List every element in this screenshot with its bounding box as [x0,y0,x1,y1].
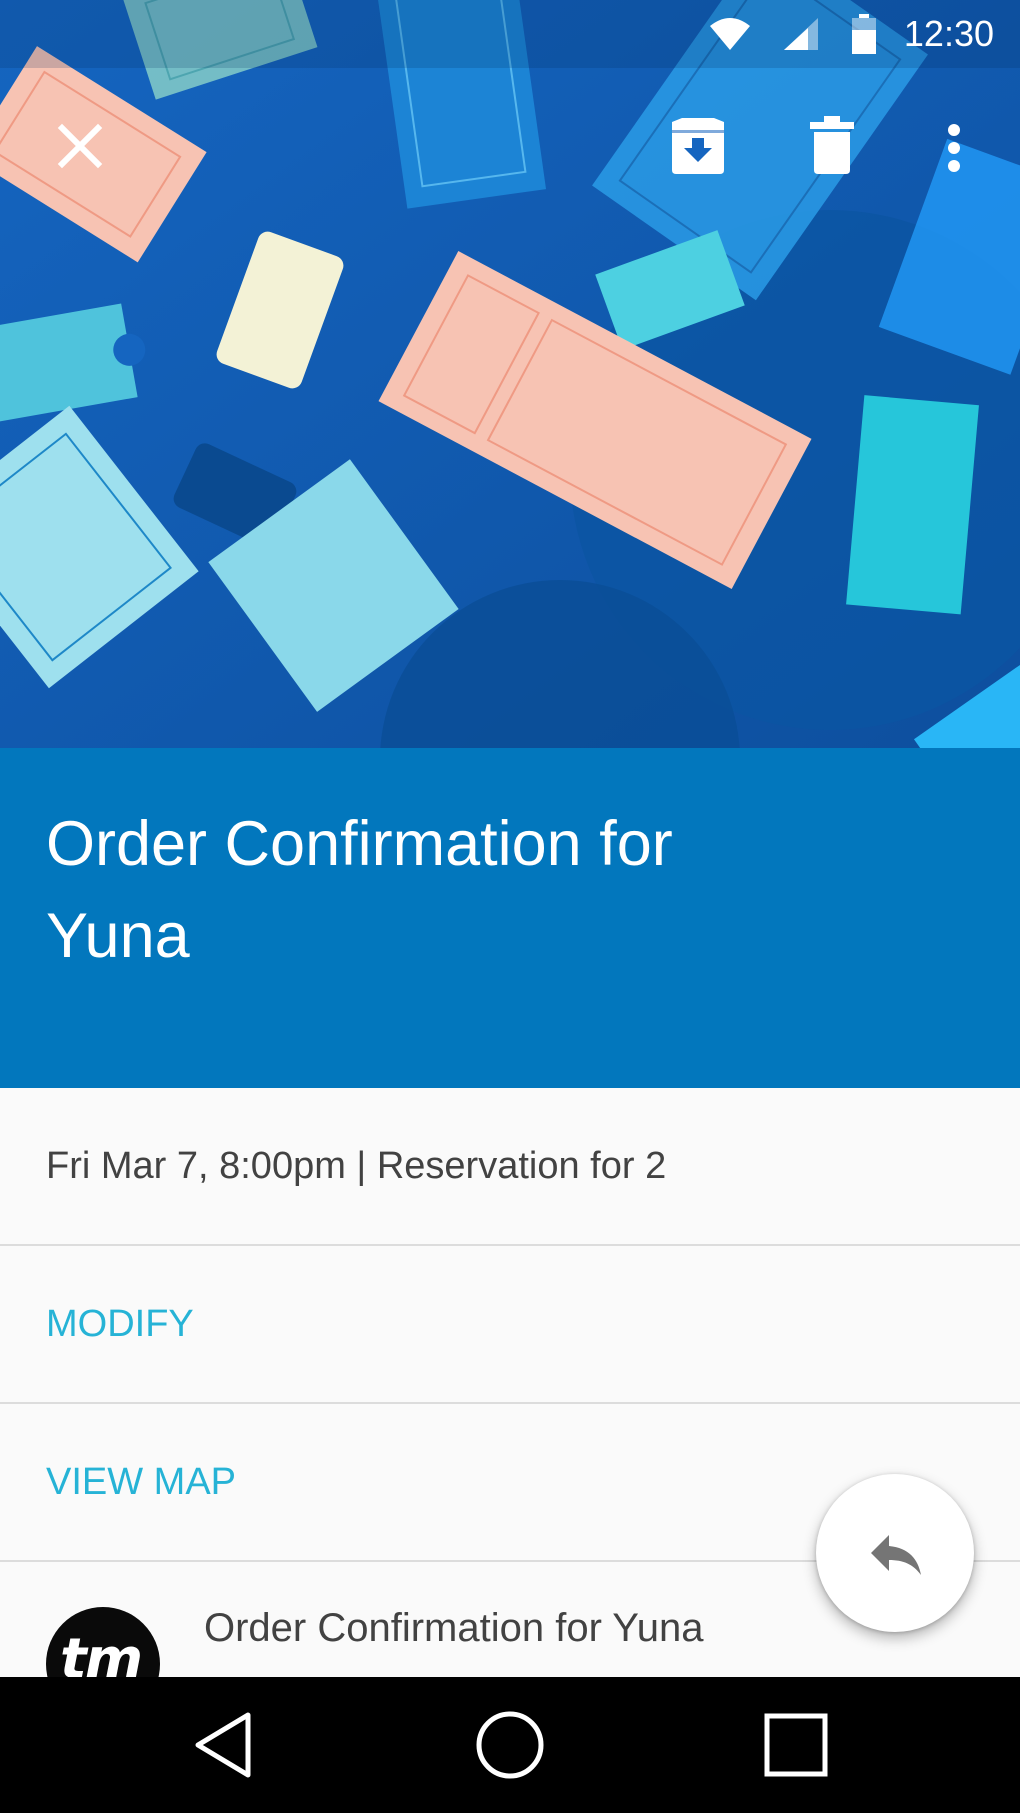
view-map-button[interactable]: VIEW MAP [46,1404,236,1560]
sender-subject: Order Confirmation for Yuna [204,1606,704,1650]
wifi-icon [710,18,750,50]
cellular-signal-icon [784,18,818,50]
recents-button[interactable] [756,1705,836,1785]
title-block: Order Confirmation for Yuna [0,748,1020,1088]
message-title: Order Confirmation for Yuna [46,809,673,971]
back-button[interactable] [186,1705,266,1785]
archive-icon [672,118,724,174]
modify-row[interactable]: MODIFY [0,1246,1020,1404]
status-time: 12:30 [903,13,994,54]
more-options-button[interactable] [912,104,996,188]
sender-avatar: tm [46,1607,160,1677]
reservation-details: Fri Mar 7, 8:00pm | Reservation for 2 [46,1145,667,1187]
close-icon [57,123,103,169]
hero-illustration: 12:30 [0,0,1020,748]
close-button[interactable] [38,104,122,188]
reply-button[interactable] [816,1474,974,1632]
details-row: Fri Mar 7, 8:00pm | Reservation for 2 [0,1088,1020,1246]
status-bar: 12:30 [0,0,1020,68]
delete-icon [810,116,854,174]
modify-button[interactable]: MODIFY [46,1246,194,1402]
home-icon [476,1711,544,1779]
delete-button[interactable] [790,104,874,188]
back-icon [195,1712,251,1778]
home-button[interactable] [470,1705,550,1785]
battery-icon [852,14,876,54]
more-vert-icon [948,124,960,172]
reply-icon [871,1535,921,1575]
navigation-bar [0,1677,1020,1813]
sender-logo-text: tm [60,1627,143,1677]
archive-button[interactable] [656,104,740,188]
recents-icon [764,1713,828,1777]
